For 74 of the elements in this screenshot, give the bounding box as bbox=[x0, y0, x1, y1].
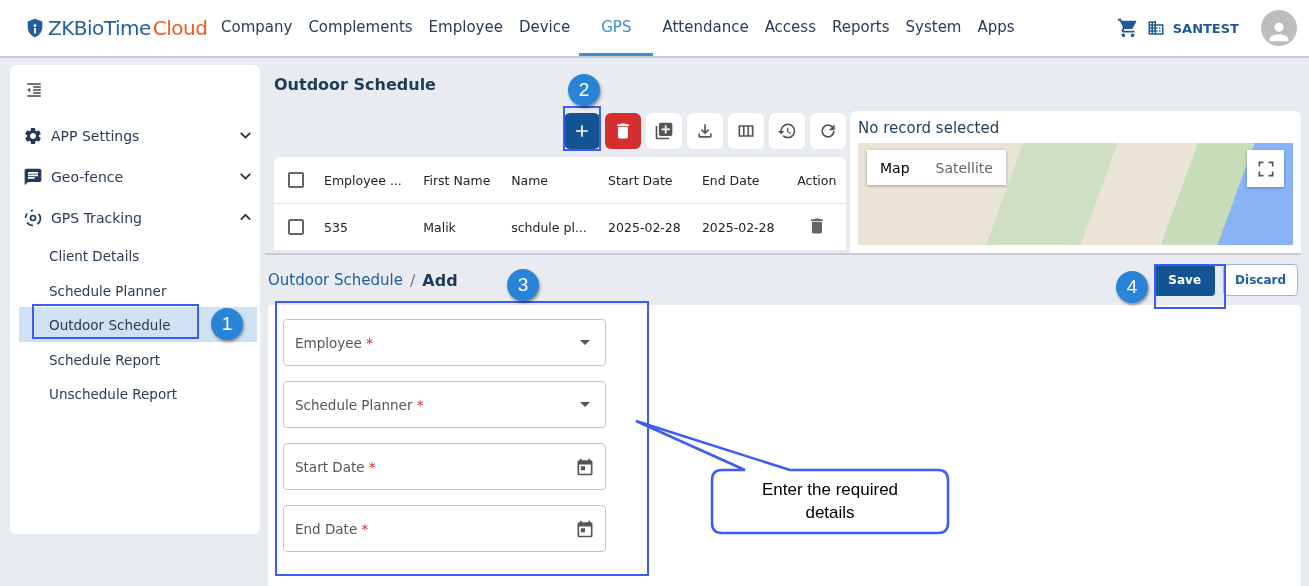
nav-tab[interactable]: GPS bbox=[579, 0, 654, 56]
select-field[interactable]: Schedule Planner * bbox=[283, 381, 606, 428]
collapse-menu-icon bbox=[25, 81, 43, 99]
map-type-tab[interactable]: Satellite bbox=[922, 150, 1006, 185]
logo-text: ZKBioTime bbox=[48, 16, 151, 40]
submenu-item[interactable]: Schedule Planner bbox=[19, 272, 257, 307]
menu-item[interactable]: APP Settings bbox=[19, 115, 257, 156]
save-button[interactable]: Save bbox=[1154, 264, 1216, 296]
nav-tab[interactable]: System bbox=[898, 0, 969, 56]
nav-tab[interactable]: Reports bbox=[825, 0, 897, 56]
submenu-item[interactable]: Client Details bbox=[19, 238, 257, 273]
table-cell: Malik bbox=[415, 203, 504, 250]
fullscreen-button[interactable] bbox=[1247, 150, 1284, 187]
company-name[interactable]: SANTEST bbox=[1172, 20, 1239, 36]
column-header[interactable]: End Date bbox=[693, 157, 788, 204]
step-badge: 3 bbox=[507, 269, 539, 301]
column-header[interactable]: First Name bbox=[415, 157, 504, 204]
column-header[interactable]: Action bbox=[787, 157, 846, 204]
building-icon bbox=[1146, 19, 1165, 37]
history-button[interactable] bbox=[769, 113, 805, 149]
history-icon bbox=[777, 121, 797, 141]
column-header[interactable]: Name bbox=[503, 157, 601, 204]
cart-icon bbox=[1116, 17, 1139, 39]
nav-tab[interactable]: Employee bbox=[421, 0, 510, 56]
location-target-icon bbox=[23, 207, 43, 228]
stacked-plus-icon bbox=[654, 121, 674, 141]
logo-suffix: Cloud bbox=[152, 16, 208, 40]
column-header[interactable]: Start Date bbox=[600, 157, 694, 204]
dropdown-caret-icon bbox=[580, 340, 590, 345]
chat-icon bbox=[23, 166, 43, 187]
add-button[interactable] bbox=[564, 113, 600, 149]
delete-button[interactable] bbox=[605, 113, 641, 149]
download-icon bbox=[695, 121, 715, 141]
highlight-frame bbox=[1154, 264, 1226, 309]
nav-tab[interactable]: Access bbox=[757, 0, 823, 56]
nav-tab[interactable]: Device bbox=[511, 0, 578, 56]
download-button[interactable] bbox=[687, 113, 723, 149]
highlight-frame bbox=[563, 106, 601, 151]
date-field[interactable]: Start Date * bbox=[283, 443, 606, 490]
submenu-item[interactable]: Schedule Report bbox=[19, 341, 257, 376]
dropdown-caret-icon bbox=[580, 402, 590, 407]
status-text: No record selected bbox=[850, 111, 1301, 143]
breadcrumb-current: Add bbox=[422, 270, 458, 290]
gear-icon bbox=[23, 125, 43, 146]
columns-button[interactable] bbox=[728, 113, 764, 149]
step-badge: 4 bbox=[1116, 271, 1148, 303]
table-cell: 2025-02-28 bbox=[693, 203, 788, 250]
column-header[interactable]: Employee ... bbox=[316, 157, 416, 204]
callout-text: Enter the required details bbox=[760, 479, 900, 524]
menu-item[interactable]: Geo-fence bbox=[19, 156, 257, 197]
menu-item[interactable]: GPS Tracking bbox=[19, 197, 257, 238]
refresh-button[interactable] bbox=[810, 113, 846, 149]
submenu-item[interactable]: Unschedule Report bbox=[19, 376, 257, 411]
checkbox[interactable] bbox=[288, 219, 304, 235]
checkbox[interactable] bbox=[288, 172, 304, 188]
table-cell: schdule pl... bbox=[503, 203, 601, 250]
nav-tab[interactable]: Attendance bbox=[655, 0, 756, 56]
nav-tab[interactable]: Complements bbox=[301, 0, 420, 56]
discard-button[interactable]: Discard bbox=[1223, 264, 1298, 296]
calendar-icon bbox=[575, 456, 595, 477]
nav-tab[interactable]: Company bbox=[214, 0, 300, 56]
select-field[interactable]: Employee * bbox=[283, 319, 606, 366]
table-cell: 2025-02-28 bbox=[600, 203, 694, 250]
nav-tab[interactable]: Apps bbox=[970, 0, 1022, 56]
calendar-icon bbox=[575, 518, 595, 539]
step-badge: 2 bbox=[568, 74, 600, 106]
breadcrumb-separator: / bbox=[409, 270, 416, 290]
date-field[interactable]: End Date * bbox=[283, 505, 606, 552]
import-button[interactable] bbox=[646, 113, 682, 149]
refresh-icon bbox=[818, 121, 838, 141]
page-title: Outdoor Schedule bbox=[274, 75, 436, 96]
table-cell: 535 bbox=[316, 203, 416, 250]
breadcrumb-link[interactable]: Outdoor Schedule bbox=[268, 271, 403, 289]
map-type-tab[interactable]: Map bbox=[867, 150, 923, 185]
